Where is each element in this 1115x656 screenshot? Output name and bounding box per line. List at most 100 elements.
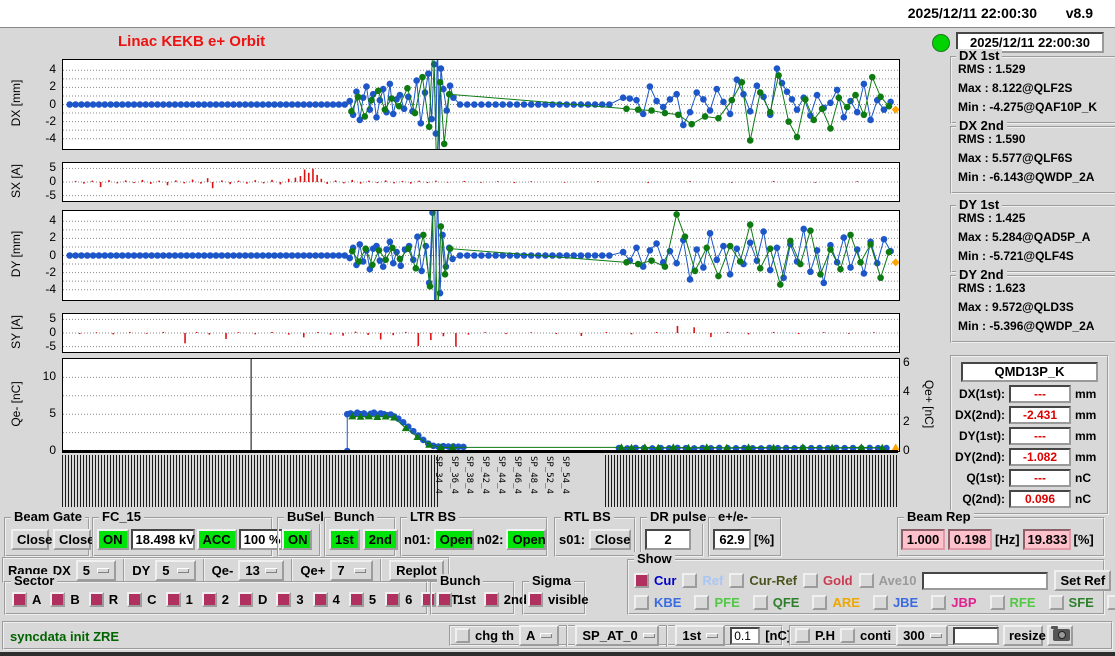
ltr-n02-open-button[interactable]: Open [506,529,547,550]
chg-th-checkbox[interactable]: chg th [455,628,514,643]
ph-checkbox[interactable]: P.H [795,628,835,643]
checkbox-icon[interactable] [437,592,452,607]
sector-checkbox-a[interactable]: A [12,592,41,607]
busel-frame: BuSel ON [277,510,327,557]
show-cur-checkbox[interactable]: Cur [634,573,676,588]
dropdown-indicator-icon [176,567,189,573]
sector-checkbox-c[interactable]: C [127,592,157,607]
checkbox-icon[interactable] [752,595,768,610]
show-zre-checkbox[interactable]: ZRE [1106,595,1115,610]
camera-button[interactable] [1047,625,1073,646]
charge-plot [62,358,900,452]
checkbox-icon[interactable] [12,592,27,607]
bunch-dropdown[interactable]: 1st [675,625,726,646]
range-qe-minus-dropdown[interactable]: 13 [238,559,285,581]
checkbox-icon[interactable] [276,592,292,607]
beam-gate-close-button-1[interactable]: Close [11,529,52,550]
sector-checkbox-r[interactable]: R [88,592,118,607]
show-sfe-checkbox[interactable]: SFE [1048,595,1094,610]
show-pfe-checkbox[interactable]: PFE [694,595,740,610]
checkbox-icon[interactable] [931,595,947,610]
range-dx-dropdown[interactable]: 5 [75,559,117,581]
rtl-s01-close-button[interactable]: Close [589,529,632,550]
show-jbp-checkbox[interactable]: JBP [931,595,977,610]
sector-checkbox-b[interactable]: B [50,592,80,607]
busel-on-button[interactable]: ON [282,529,312,550]
checkbox-icon[interactable] [385,592,401,607]
checkbox-icon[interactable] [483,592,499,607]
checkbox-icon[interactable] [858,573,874,588]
conti-checkbox[interactable]: conti [840,628,891,643]
checkbox-icon[interactable] [795,628,810,643]
show-gold-checkbox[interactable]: Gold [803,573,853,588]
sector-checkbox-2[interactable]: 2 [201,592,229,607]
status-bar: syncdata init ZRE chg th A SP_AT_0 1st [… [2,621,1113,650]
show-rfe-checkbox[interactable]: RFE [989,595,1036,610]
checkbox-icon[interactable] [348,592,364,607]
extra-input[interactable] [953,626,1000,645]
checkbox-icon[interactable] [238,592,254,607]
checkbox-icon[interactable] [872,595,888,610]
dy-axis-title: DY [mm] [9,230,23,278]
sector-checkbox-d[interactable]: D [238,592,267,607]
show-ref-checkbox[interactable]: Ref [682,573,723,588]
beam-gate-frame: Beam Gate Close Close [4,510,94,557]
bunch-1st-button[interactable]: 1st [329,529,360,550]
show-cur-ref-checkbox[interactable]: Cur-Ref [729,573,797,588]
bunch-2nd-button[interactable]: 2nd [362,529,398,550]
replot-button[interactable]: Replot [388,559,444,581]
sp-at-dropdown[interactable]: SP_AT_0 [575,625,660,646]
sector-checkbox-1[interactable]: 1 [165,592,193,607]
checkbox-icon[interactable] [50,592,66,607]
checkbox-icon[interactable] [812,595,828,610]
checkbox-icon[interactable] [989,595,1005,610]
resize-button[interactable]: resize [1003,625,1046,646]
checkbox-icon[interactable] [634,595,649,610]
ref-name-input[interactable] [922,571,1049,590]
checkbox-icon[interactable] [729,573,745,588]
monitor-row: DX(2nd): -2.431 mm [955,406,1097,424]
status-message: syncdata init ZRE [10,629,120,644]
dropdown-indicator-icon [353,567,366,573]
bunch-1st-checkbox[interactable]: 1st [437,592,476,607]
checkbox-icon[interactable] [682,573,698,588]
sector-checkbox-5[interactable]: 5 [348,592,376,607]
points-dropdown[interactable]: 300 [896,625,949,646]
show-kbe-checkbox[interactable]: KBE [634,595,681,610]
checkbox-icon[interactable] [634,573,649,588]
checkbox-icon[interactable] [201,592,217,607]
fc15-acc-button[interactable]: ACC [196,529,237,550]
ltr-n01-open-button[interactable]: Open [433,529,474,550]
range-dy-dropdown[interactable]: 5 [155,559,196,581]
sector-frame: Sector A B R C 1 2 D 3 4 5 6 BT [4,574,459,615]
show-jbe-checkbox[interactable]: JBE [872,595,918,610]
titlebar: 2025/12/11 22:00:30 v8.9 [0,0,1115,28]
checkbox-icon[interactable] [312,592,328,607]
mode-dropdown[interactable]: A [519,625,560,646]
range-qe-plus-dropdown[interactable]: 7 [330,559,373,581]
sector-checkbox-6[interactable]: 6 [385,592,412,607]
show-qfe-checkbox[interactable]: QFE [752,595,799,610]
checkbox-icon[interactable] [803,573,819,588]
set-ref-button[interactable]: Set Ref [1054,570,1112,591]
sector-checkbox-3[interactable]: 3 [276,592,304,607]
beam-gate-close-button-2[interactable]: Close [53,529,94,550]
bunch-2nd-checkbox[interactable]: 2nd [483,592,527,607]
show-are-checkbox[interactable]: ARE [812,595,860,610]
checkbox-icon[interactable] [1106,595,1115,610]
checkbox-icon[interactable] [165,592,181,607]
sigma-visible-checkbox[interactable]: visible [528,592,588,607]
checkbox-icon[interactable] [1048,595,1064,610]
show-ave10-checkbox[interactable]: Ave10 [858,573,916,588]
threshold-input[interactable] [730,626,761,645]
fc15-on-button[interactable]: ON [97,529,129,550]
bpm-monitor-panel: QMD13P_K DX(1st): --- mm DX(2nd): -2.431 mm … [950,355,1109,515]
checkbox-icon[interactable] [694,595,710,610]
checkbox-icon[interactable] [455,628,470,643]
checkbox-icon[interactable] [528,592,543,607]
stat-box-dx-1st: DX 1st RMS : 1.529 Max : 8.122@QLF2S Min… [950,49,1115,124]
checkbox-icon[interactable] [88,592,104,607]
checkbox-icon[interactable] [127,592,143,607]
checkbox-icon[interactable] [840,628,855,643]
sector-checkbox-4[interactable]: 4 [312,592,340,607]
